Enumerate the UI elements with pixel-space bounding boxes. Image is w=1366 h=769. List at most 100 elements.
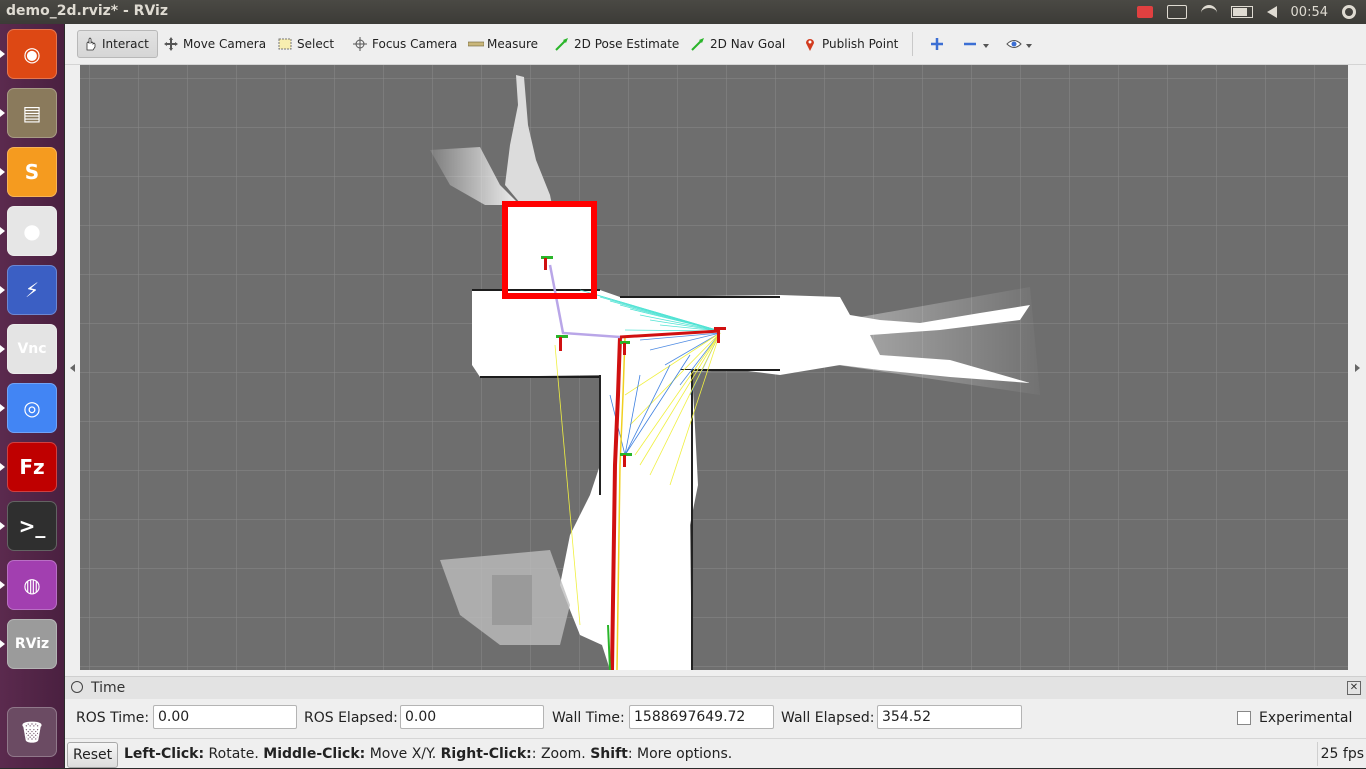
reset-button[interactable]: Reset	[67, 742, 119, 768]
hand-icon	[83, 37, 97, 51]
experimental-checkbox[interactable]	[1237, 711, 1251, 725]
measure-tool-button[interactable]: Measure	[463, 30, 543, 58]
move-arrows-icon	[164, 37, 178, 51]
select-tool-button[interactable]: Select	[273, 30, 339, 58]
fps-counter: 25 fps	[1317, 742, 1364, 766]
render-viewport[interactable]	[80, 65, 1348, 670]
status-bar: Reset Left-Click: Rotate. Middle-Click: …	[65, 738, 1366, 769]
toolbar-separator	[912, 32, 913, 56]
running-indicator	[0, 168, 5, 176]
time-panel-fields: ROS Time: 0.00 ROS Elapsed: 0.00 Wall Ti…	[65, 700, 1366, 734]
recording-icon[interactable]	[1136, 6, 1153, 18]
close-icon[interactable]: ✕	[1347, 681, 1361, 695]
focus-camera-label: Focus Camera	[372, 37, 458, 51]
wifi-icon[interactable]	[1200, 4, 1217, 20]
top-panel: demo_2d.rviz* - RViz 00:54	[0, 0, 1366, 24]
running-indicator	[0, 227, 5, 235]
middle-click-key: Middle-Click:	[263, 746, 366, 762]
wall-time-label: Wall Time:	[552, 710, 625, 726]
remove-tool-button[interactable]	[958, 30, 995, 58]
running-indicator	[0, 345, 5, 353]
wall-elapsed-field[interactable]: 354.52	[877, 705, 1022, 729]
launcher-vnc-icon[interactable]: Vnc	[7, 324, 57, 374]
measure-label: Measure	[487, 37, 538, 51]
launcher-trash-icon[interactable]: 🗑	[7, 707, 57, 757]
running-indicator	[0, 522, 5, 530]
rviz-window: Interact Move Camera Select Focus Camera…	[65, 24, 1366, 768]
dropdown-arrow-icon	[982, 37, 990, 51]
gear-icon[interactable]	[1342, 5, 1356, 19]
minus-icon	[963, 37, 977, 51]
ros-elapsed-field[interactable]: 0.00	[400, 705, 544, 729]
green-arrow-icon	[555, 37, 569, 51]
move-camera-label: Move Camera	[183, 37, 267, 51]
publish-point-label: Publish Point	[822, 37, 899, 51]
publish-point-tool-button[interactable]: Publish Point	[798, 30, 903, 58]
running-indicator	[0, 640, 5, 648]
dropdown-arrow-icon	[1025, 37, 1033, 51]
add-tool-button[interactable]	[925, 30, 949, 58]
wall-elapsed-label: Wall Elapsed:	[781, 710, 875, 726]
running-indicator	[0, 50, 5, 58]
keyboard-icon[interactable]	[1166, 5, 1187, 19]
green-arrow-icon	[691, 37, 705, 51]
map-view[interactable]	[80, 65, 1348, 670]
nav-goal-label: 2D Nav Goal	[710, 37, 786, 51]
clock[interactable]: 00:54	[1291, 5, 1328, 20]
focus-camera-tool-button[interactable]: Focus Camera	[348, 30, 462, 58]
launcher-ubuntu-dash-icon[interactable]: ◉	[7, 29, 57, 79]
ruler-icon	[467, 37, 485, 51]
interact-tool-button[interactable]: Interact	[77, 30, 158, 58]
view-options-button[interactable]	[1001, 30, 1038, 58]
window-title: demo_2d.rviz* - RViz	[6, 3, 168, 19]
launcher-filezilla-icon[interactable]: Fz	[7, 442, 57, 492]
launcher-camera-app-icon[interactable]: ◍	[7, 560, 57, 610]
volume-icon[interactable]	[1266, 6, 1277, 18]
eye-icon	[1006, 37, 1022, 51]
toolbar: Interact Move Camera Select Focus Camera…	[65, 24, 1366, 65]
nav-goal-tool-button[interactable]: 2D Nav Goal	[686, 30, 790, 58]
map-pin-icon	[803, 37, 817, 51]
running-indicator	[0, 463, 5, 471]
pose-estimate-tool-button[interactable]: 2D Pose Estimate	[550, 30, 684, 58]
experimental-label: Experimental	[1259, 710, 1353, 726]
left-dock-collapse-icon[interactable]	[70, 364, 75, 372]
launcher-network-icon[interactable]: ⚡	[7, 265, 57, 315]
ros-time-field[interactable]: 0.00	[153, 705, 297, 729]
right-dock-collapse-icon[interactable]	[1355, 364, 1360, 372]
left-click-action: Rotate.	[204, 746, 264, 762]
launcher-rviz-icon[interactable]: RViz	[7, 619, 57, 669]
shift-key: Shift	[590, 746, 628, 762]
time-panel-title: Time	[91, 680, 126, 696]
running-indicator	[0, 109, 5, 117]
ros-time-label: ROS Time:	[76, 710, 150, 726]
selection-box-icon	[278, 37, 292, 51]
left-click-key: Left-Click:	[124, 746, 205, 762]
time-panel-header: Time ✕	[65, 676, 1366, 699]
system-tray: 00:54	[1136, 0, 1356, 24]
plus-icon	[930, 37, 944, 51]
right-click-key: Right-Click:	[440, 746, 532, 762]
interact-label: Interact	[102, 37, 149, 51]
launcher: ◉ ▤ S ● ⚡ Vnc ◎ Fz >_ ◍ RViz 🗑	[0, 24, 64, 768]
select-label: Select	[297, 37, 335, 51]
shift-action: : More options.	[627, 746, 733, 762]
crosshair-icon	[353, 37, 367, 51]
clock-icon	[71, 681, 83, 693]
right-click-action: : Zoom.	[531, 746, 591, 762]
running-indicator	[0, 581, 5, 589]
battery-icon[interactable]	[1230, 6, 1253, 18]
pose-estimate-label: 2D Pose Estimate	[574, 37, 680, 51]
running-indicator	[0, 404, 5, 412]
launcher-chrome-icon[interactable]: ◎	[7, 383, 57, 433]
wall-time-field[interactable]: 1588697649.72	[629, 705, 774, 729]
launcher-terminal-icon[interactable]: >_	[7, 501, 57, 551]
launcher-github-icon[interactable]: ●	[7, 206, 57, 256]
running-indicator	[0, 286, 5, 294]
move-camera-tool-button[interactable]: Move Camera	[159, 30, 271, 58]
launcher-sublime-text-icon[interactable]: S	[7, 147, 57, 197]
launcher-files-icon[interactable]: ▤	[7, 88, 57, 138]
middle-click-action: Move X/Y.	[365, 746, 441, 762]
ros-elapsed-label: ROS Elapsed:	[304, 710, 398, 726]
mouse-hint: Left-Click: Rotate. Middle-Click: Move X…	[124, 746, 732, 762]
